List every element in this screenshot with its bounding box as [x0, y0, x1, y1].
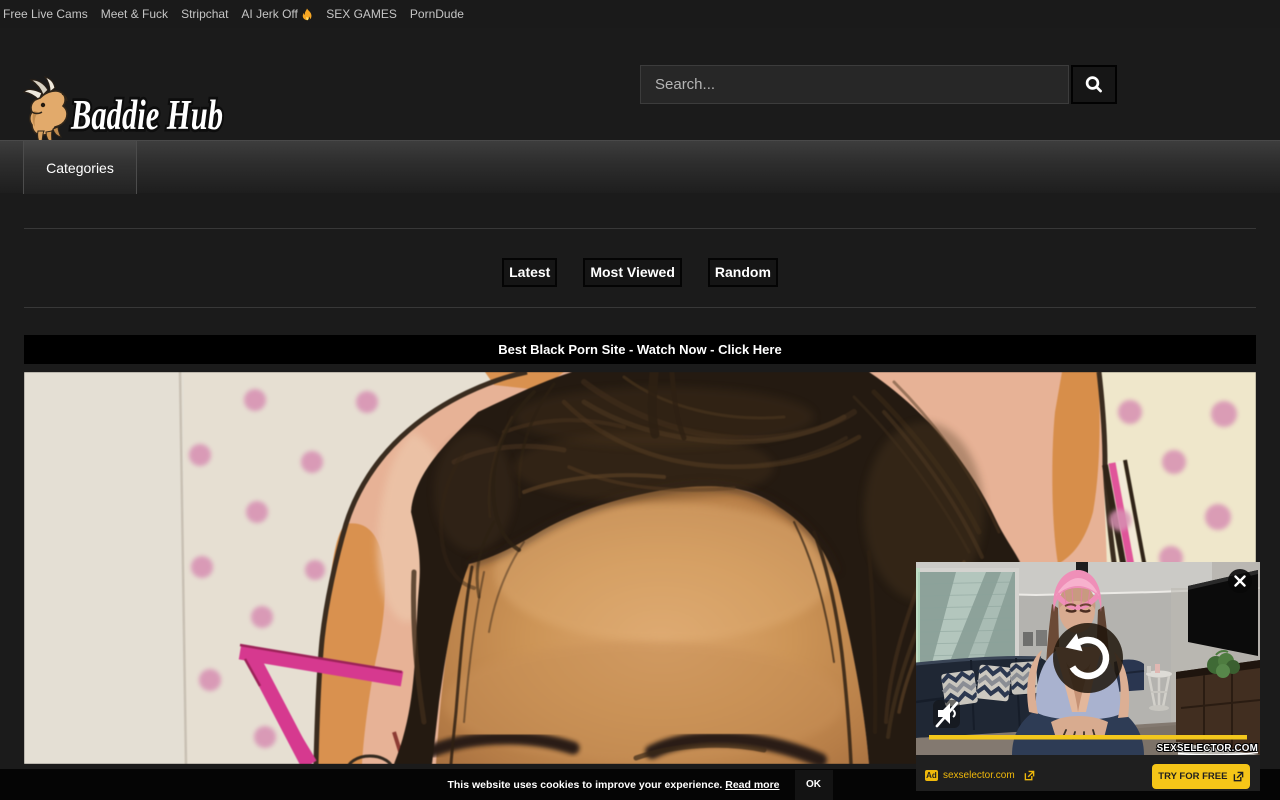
svg-text:Baddie Hub: Baddie Hub [70, 93, 223, 139]
svg-text:SEXSELECTOR.COM: SEXSELECTOR.COM [1157, 743, 1258, 754]
